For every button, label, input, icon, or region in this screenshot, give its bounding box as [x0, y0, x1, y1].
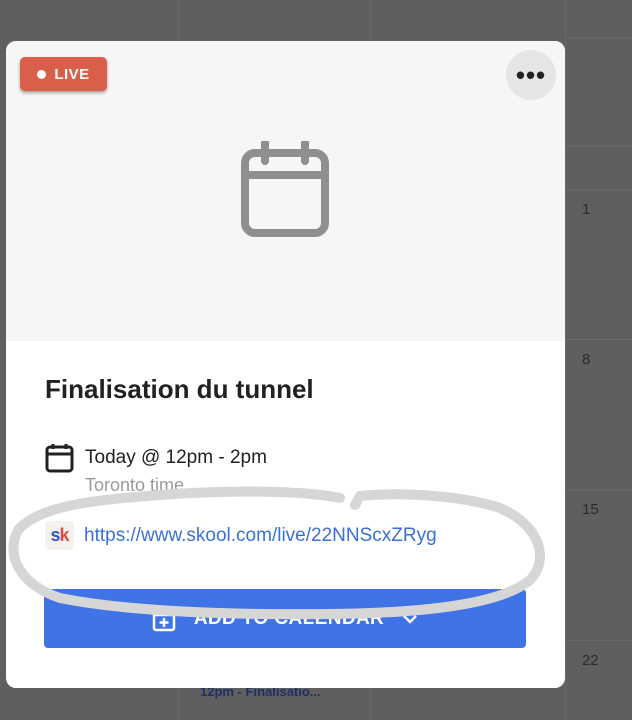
calendar-icon — [241, 141, 329, 237]
calendar-grid-line — [565, 189, 632, 190]
calendar-grid-line — [565, 490, 632, 491]
calendar-day-number[interactable]: 15 — [582, 501, 599, 518]
live-badge: LIVE — [20, 57, 107, 91]
more-options-button[interactable]: ••• — [506, 50, 556, 100]
calendar-grid-line — [565, 37, 632, 38]
calendar-grid-line — [565, 640, 632, 641]
event-link[interactable]: https://www.skool.com/live/22NNScxZRyg — [84, 525, 437, 547]
more-options-icon: ••• — [515, 60, 547, 90]
event-title: Finalisation du tunnel — [45, 374, 314, 404]
chevron-down-icon[interactable] — [402, 614, 418, 624]
calendar-grid-line — [565, 146, 632, 147]
add-to-calendar-button[interactable]: ADD TO CALENDAR — [44, 589, 526, 648]
skool-logo: sk — [45, 521, 74, 550]
event-detail-modal: LIVE ••• Finalisation du tunnel Today @ … — [6, 41, 565, 688]
event-link-row: sk https://www.skool.com/live/22NNScxZRy… — [45, 521, 437, 550]
calendar-day-number[interactable]: 8 — [582, 351, 590, 368]
calendar-day-number[interactable]: 1 — [582, 201, 590, 218]
event-cover: LIVE ••• — [6, 41, 565, 341]
live-badge-label: LIVE — [54, 65, 90, 83]
calendar-day-number[interactable]: 22 — [582, 652, 599, 669]
live-dot-icon — [37, 69, 47, 79]
event-date-row: Today @ 12pm - 2pm — [45, 443, 267, 473]
event-date: Today @ 12pm - 2pm — [85, 447, 267, 468]
calendar-icon — [45, 444, 74, 473]
add-to-calendar-label: ADD TO CALENDAR — [193, 607, 385, 629]
calendar-add-icon — [152, 606, 176, 631]
calendar-grid-line — [565, 339, 632, 340]
calendar-grid-line — [565, 0, 566, 720]
event-timezone: Toronto time — [85, 475, 185, 495]
